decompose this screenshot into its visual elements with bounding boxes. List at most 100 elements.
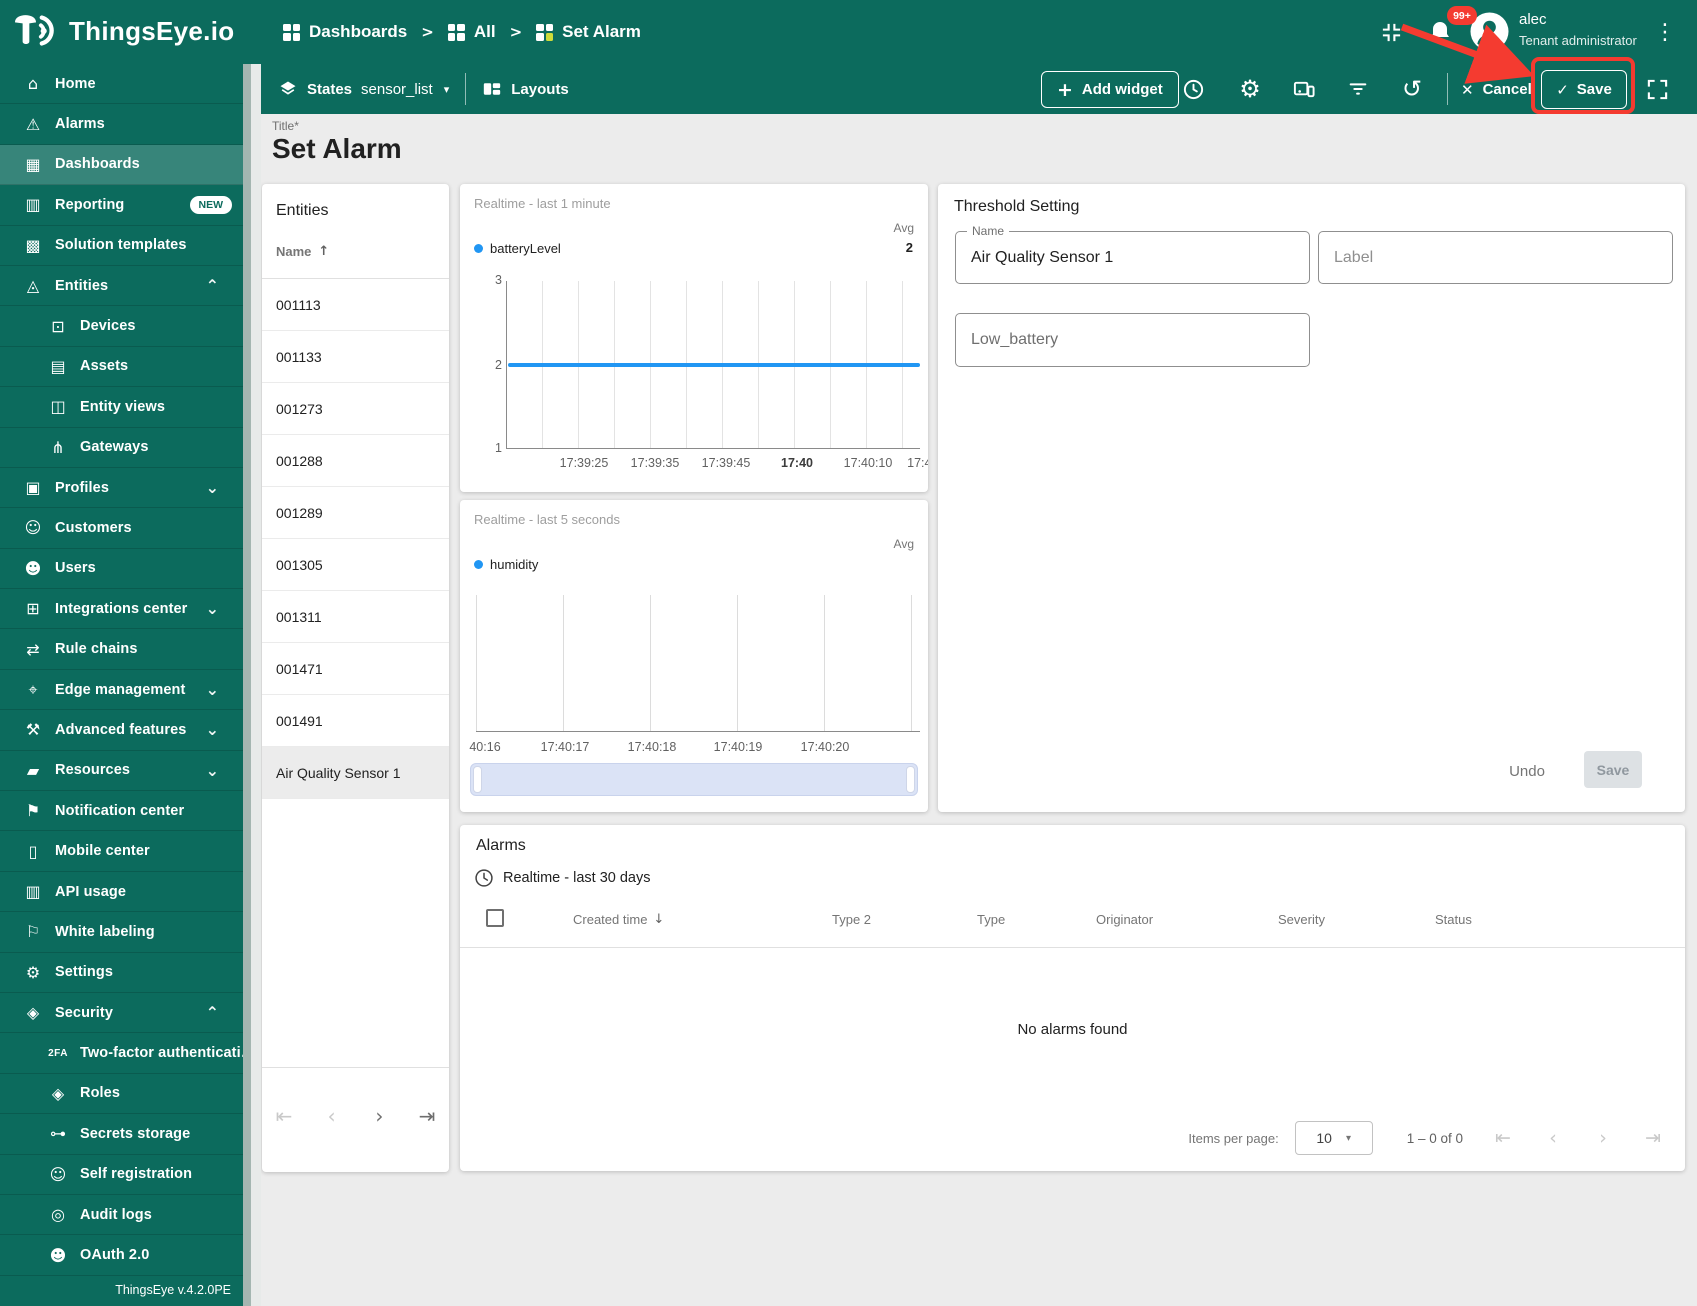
sidebar-item-profiles[interactable]: ▣ Profiles ⌄ [0,468,243,509]
sidebar-item-customers[interactable]: ☺ Customers [0,508,243,549]
entity-row[interactable]: 001471 [262,643,449,695]
sidebar-item-mobile-center[interactable]: ▯ Mobile center [0,831,243,872]
items-per-page-select[interactable]: 10 ▾ [1294,1121,1373,1155]
sidebar-item-secrets-storage[interactable]: ⊶ Secrets storage [0,1114,243,1155]
fullscreen-icon[interactable] [1639,71,1675,107]
sidebar-item-roles[interactable]: ◈ Roles [0,1074,243,1115]
sidebar-item-dashboards[interactable]: ▦ Dashboards [0,144,243,186]
chart-time-scrollbar[interactable] [470,763,918,796]
sidebar-item-label: Settings [55,964,113,981]
cancel-button[interactable]: ✕ Cancel [1461,71,1532,108]
sidebar-item-assets[interactable]: ▤ Assets [0,347,243,388]
logo-text: ThingsEye.io [69,15,235,46]
entity-row[interactable]: 001288 [262,435,449,487]
sidebar-item-rule-chains[interactable]: ⇄ Rule chains [0,629,243,670]
column-header-originator[interactable]: Originator [1096,912,1153,927]
sidebar-item-devices[interactable]: ⊡ Devices [0,306,243,347]
breadcrumb-separator: > [509,23,523,41]
legend-item-batteryLevel[interactable]: batteryLevel [474,241,561,256]
entity-row[interactable]: 001311 [262,591,449,643]
entity-name: 001288 [276,452,323,469]
sidebar-item-advanced-features[interactable]: ⚒ Advanced features ⌄ [0,710,243,751]
entity-row[interactable]: 001289 [262,487,449,539]
settings-gear-icon[interactable]: ⚙ [1232,71,1268,107]
name-field[interactable] [956,232,1309,283]
entity-row[interactable]: 001113 [262,279,449,331]
sidebar-item-self-registration[interactable]: ☺ Self registration [0,1155,243,1195]
sidebar-item-home[interactable]: ⌂ Home [0,64,243,105]
notification-center-icon: ⚑ [25,801,41,821]
sidebar-item-label: Solution templates [55,237,187,254]
sidebar-item-api-usage[interactable]: ▥ API usage [0,872,243,913]
states-selector[interactable]: States sensor_list ▾ [278,79,449,99]
sidebar-item-users[interactable]: ☻ Users [0,549,243,590]
undo-button[interactable]: Undo [1498,755,1556,787]
select-all-checkbox[interactable] [486,909,504,927]
sidebar-item-entity-views[interactable]: ◫ Entity views [0,387,243,428]
sidebar-item-label: Profiles [55,479,109,496]
sidebar-item-resources[interactable]: ▰ Resources ⌄ [0,751,243,792]
entities-name-column-header[interactable]: Name ↑ [276,244,329,259]
scrollbar-right-handle[interactable] [906,766,915,793]
sidebar-item-oauth[interactable]: ☻ OAuth 2.0 [0,1235,243,1276]
manage-states-devices-icon[interactable] [1286,71,1322,107]
column-header-status[interactable]: Status [1435,912,1472,927]
breadcrumb-separator: > [421,23,434,41]
alarms-widget-title: Alarms [476,837,526,854]
oauth-icon: ☻ [49,1245,67,1265]
filter-icon[interactable] [1340,71,1376,107]
edge-management-icon: ⌖ [28,679,38,699]
breadcrumb-item-set-alarm[interactable]: Set Alarm [536,22,641,42]
sidebar-item-label: Secrets storage [80,1125,191,1142]
assets-icon: ▤ [50,356,66,376]
sidebar-item-notification-center[interactable]: ⚑ Notification center [0,791,243,832]
sidebar-item-reporting[interactable]: ▥ Reporting NEW [0,185,243,226]
add-widget-button[interactable]: + Add widget [1041,71,1179,108]
entities-paginator: ⇤ ‹ › ⇥ [262,1102,449,1130]
alarm-type-field[interactable] [956,314,1309,366]
sidebar-item-alarms[interactable]: ⚠ Alarms [0,104,243,145]
entity-row[interactable]: 001491 [262,695,449,747]
threshold-save-button[interactable]: Save [1584,751,1642,788]
sidebar-item-integrations-center[interactable]: ⊞ Integrations center ⌄ [0,589,243,630]
version-history-icon[interactable]: ↺ [1394,71,1430,107]
kebab-menu-icon[interactable]: ⋮ [1646,13,1684,51]
layouts-button[interactable]: Layouts [482,80,569,98]
sidebar-item-label: Two-factor authenticati… [80,1045,256,1062]
logo-mark-icon [14,15,54,46]
sidebar-item-solution-templates[interactable]: ▩ Solution templates [0,226,243,266]
column-header-type-2[interactable]: Type 2 [832,912,871,927]
legend-item-humidity[interactable]: humidity [474,557,538,572]
entity-row[interactable]: 001305 [262,539,449,591]
last-page-icon[interactable]: ⇥ [413,1102,441,1130]
timewindow-clock-icon[interactable] [1175,71,1211,107]
save-button[interactable]: ✓ Save [1541,70,1627,109]
alarms-timewindow-button[interactable]: Realtime - last 30 days [474,868,650,888]
sidebar-item-gateways[interactable]: ⋔ Gateways [0,428,243,468]
fullscreen-exit-icon[interactable] [1372,13,1410,51]
sidebar-item-edge-management[interactable]: ⌖ Edge management ⌄ [0,670,243,711]
breadcrumb-item-all[interactable]: All [447,22,496,42]
entity-row[interactable]: 001273 [262,383,449,435]
column-header-type[interactable]: Type [977,912,1005,927]
column-header-created-time[interactable]: Created time ↓ [573,912,664,927]
logo[interactable]: ThingsEye.io [12,8,234,54]
sidebar-item-label: Integrations center [55,600,188,617]
sidebar-item-audit-logs[interactable]: ◎ Audit logs [0,1195,243,1236]
entity-row[interactable]: Air Quality Sensor 1 [262,747,449,799]
sidebar-item-white-labeling[interactable]: ⚐ White labeling [0,912,243,953]
sidebar-item-settings[interactable]: ⚙ Settings [0,953,243,993]
alarm-type-field-wrapper [955,313,1310,367]
scrollbar-left-handle[interactable] [473,766,482,793]
next-page-icon[interactable]: › [365,1102,393,1130]
label-field[interactable] [1319,232,1672,283]
sidebar-scrollbar[interactable] [243,64,261,1306]
column-header-severity[interactable]: Severity [1278,912,1325,927]
breadcrumb-item-dashboards[interactable]: Dashboards [283,22,407,42]
sidebar-item-entities[interactable]: ◬ Entities ⌃ [0,266,243,307]
sidebar-item-security[interactable]: ◈ Security ⌃ [0,993,243,1034]
first-page-icon: ⇤ [1495,1127,1511,1149]
sidebar-scrollbar-thumb[interactable] [243,64,251,1306]
entity-row[interactable]: 001133 [262,331,449,383]
sidebar-item-two-factor-authentication[interactable]: 2FA Two-factor authenticati… [0,1033,255,1074]
